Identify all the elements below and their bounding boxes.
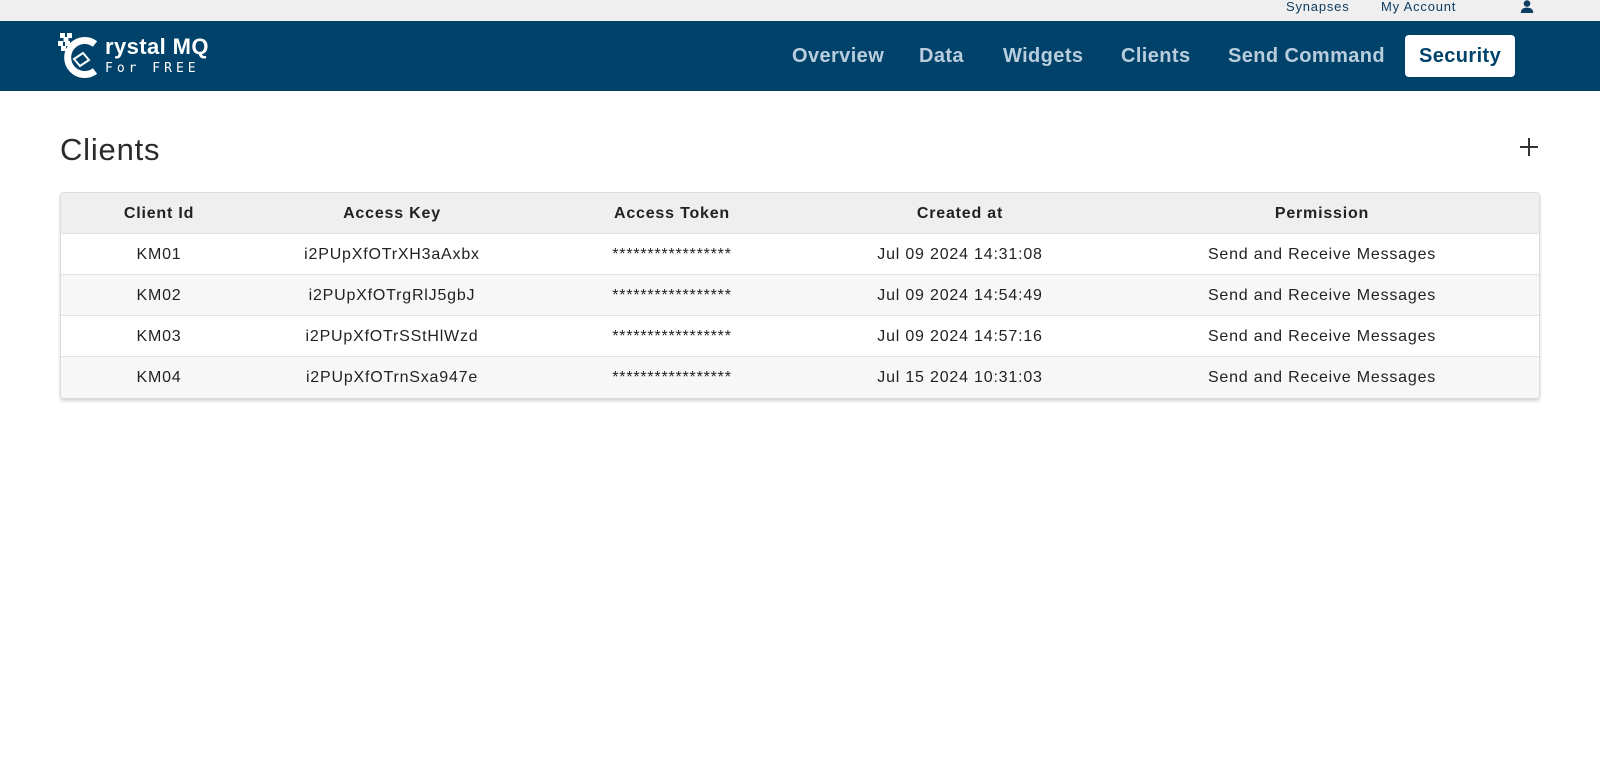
access-key-cell: i2PUpXfOTrgRlJ5gbJ bbox=[308, 287, 476, 304]
access-key-cell: i2PUpXfOTrXH3aAxbx bbox=[304, 246, 480, 263]
main-navbar: rystal MQ For FREE Overview Data Widgets… bbox=[0, 21, 1600, 91]
top-utility-bar: Synapses My Account bbox=[0, 0, 1600, 21]
brand-name: rystal MQ bbox=[105, 34, 209, 59]
synapses-link[interactable]: Synapses bbox=[1286, 0, 1350, 13]
created-at-cell: Jul 09 2024 14:31:08 bbox=[877, 246, 1043, 263]
user-icon[interactable] bbox=[1520, 0, 1534, 14]
table-row[interactable]: KM02 i2PUpXfOTrgRlJ5gbJ ****************… bbox=[61, 275, 1539, 316]
page-title: Clients bbox=[60, 132, 161, 167]
table-row[interactable]: KM03 i2PUpXfOTrSStHlWzd ****************… bbox=[61, 316, 1539, 357]
access-token-cell: ***************** bbox=[612, 328, 732, 345]
created-at-cell: Jul 09 2024 14:57:16 bbox=[877, 328, 1043, 345]
access-token-cell: ***************** bbox=[612, 369, 732, 386]
permission-cell: Send and Receive Messages bbox=[1207, 328, 1437, 345]
permission-cell: Send and Receive Messages bbox=[1207, 246, 1437, 263]
created-at-cell: Jul 09 2024 14:54:49 bbox=[877, 287, 1043, 304]
brand-logo[interactable]: rystal MQ For FREE bbox=[58, 33, 218, 81]
table-header-row: Client Id Access Key Access Token Create… bbox=[61, 193, 1539, 234]
nav-widgets[interactable]: Widgets bbox=[1003, 35, 1083, 77]
client-id-cell: KM04 bbox=[136, 369, 182, 386]
nav-clients[interactable]: Clients bbox=[1121, 35, 1190, 77]
client-id-cell: KM01 bbox=[136, 246, 182, 263]
column-header-access-key[interactable]: Access Key bbox=[257, 193, 527, 234]
clients-table: Client Id Access Key Access Token Create… bbox=[60, 192, 1540, 399]
my-account-link[interactable]: My Account bbox=[1381, 0, 1456, 13]
plus-icon[interactable] bbox=[1518, 136, 1540, 158]
access-token-cell: ***************** bbox=[612, 246, 732, 263]
created-at-cell: Jul 15 2024 10:31:03 bbox=[877, 369, 1043, 386]
client-id-cell: KM02 bbox=[136, 287, 182, 304]
access-key-cell: i2PUpXfOTrnSxa947e bbox=[305, 369, 479, 386]
nav-overview[interactable]: Overview bbox=[792, 35, 884, 77]
table-row[interactable]: KM01 i2PUpXfOTrXH3aAxbx ****************… bbox=[61, 234, 1539, 275]
access-token-cell: ***************** bbox=[612, 287, 732, 304]
crystal-logo-icon bbox=[58, 33, 98, 78]
client-id-cell: KM03 bbox=[136, 328, 182, 345]
permission-cell: Send and Receive Messages bbox=[1207, 287, 1437, 304]
column-header-client-id[interactable]: Client Id bbox=[61, 193, 257, 234]
nav-send-command[interactable]: Send Command bbox=[1228, 35, 1385, 77]
permission-cell: Send and Receive Messages bbox=[1207, 369, 1437, 386]
access-key-cell: i2PUpXfOTrSStHlWzd bbox=[305, 328, 479, 345]
column-header-access-token[interactable]: Access Token bbox=[527, 193, 817, 234]
nav-security[interactable]: Security bbox=[1405, 35, 1516, 77]
table-row[interactable]: KM04 i2PUpXfOTrnSxa947e ****************… bbox=[61, 357, 1539, 398]
column-header-permission[interactable]: Permission bbox=[1103, 193, 1539, 234]
column-header-created-at[interactable]: Created at bbox=[817, 193, 1103, 234]
brand-tagline: For FREE bbox=[105, 61, 200, 76]
nav-data[interactable]: Data bbox=[919, 35, 964, 77]
